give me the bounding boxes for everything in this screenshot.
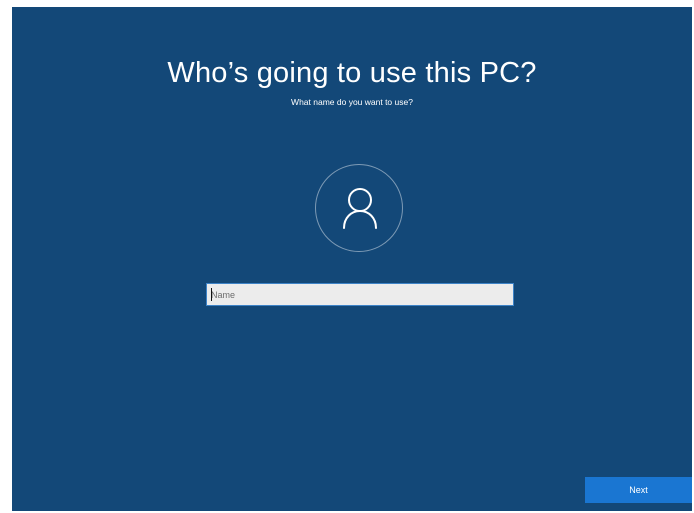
- setup-window: Who’s going to use this PC? What name do…: [12, 7, 692, 511]
- page-title: Who’s going to use this PC?: [167, 57, 537, 89]
- avatar: [315, 164, 403, 252]
- next-button[interactable]: Next: [585, 477, 692, 503]
- user-icon: [343, 188, 377, 229]
- page-subtitle: What name do you want to use?: [291, 97, 413, 107]
- name-input[interactable]: [206, 283, 514, 306]
- text-caret: [211, 288, 212, 301]
